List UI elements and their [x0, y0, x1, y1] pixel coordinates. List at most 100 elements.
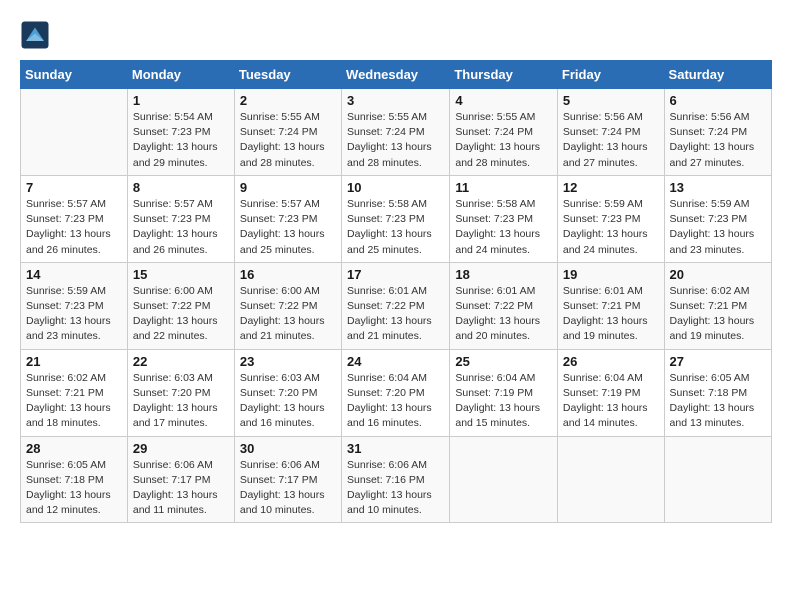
day-info: Sunrise: 5:59 AM Sunset: 7:23 PM Dayligh… — [563, 197, 659, 258]
calendar-cell: 28 Sunrise: 6:05 AM Sunset: 7:18 PM Dayli… — [21, 436, 128, 523]
day-info: Sunrise: 5:58 AM Sunset: 7:23 PM Dayligh… — [347, 197, 444, 258]
calendar-cell — [664, 436, 771, 523]
day-number: 5 — [563, 93, 659, 108]
weekday-header: Friday — [557, 61, 664, 89]
calendar-cell: 8 Sunrise: 5:57 AM Sunset: 7:23 PM Daylig… — [127, 175, 234, 262]
day-info: Sunrise: 6:04 AM Sunset: 7:20 PM Dayligh… — [347, 371, 444, 432]
calendar-week-row: 14 Sunrise: 5:59 AM Sunset: 7:23 PM Dayli… — [21, 262, 772, 349]
day-number: 4 — [455, 93, 552, 108]
day-number: 20 — [670, 267, 766, 282]
calendar-cell: 31Sunrise: 6:06 AM Sunset: 7:16 PM Dayli… — [342, 436, 450, 523]
day-number: 2 — [240, 93, 336, 108]
day-info: Sunrise: 6:02 AM Sunset: 7:21 PM Dayligh… — [670, 284, 766, 345]
day-number: 28 — [26, 441, 122, 456]
day-info: Sunrise: 6:00 AM Sunset: 7:22 PM Dayligh… — [133, 284, 229, 345]
day-info: Sunrise: 6:06 AM Sunset: 7:16 PM Dayligh… — [347, 458, 444, 519]
calendar-cell: 12 Sunrise: 5:59 AM Sunset: 7:23 PM Dayli… — [557, 175, 664, 262]
calendar-cell: 30 Sunrise: 6:06 AM Sunset: 7:17 PM Dayli… — [234, 436, 341, 523]
day-number: 25 — [455, 354, 552, 369]
day-number: 6 — [670, 93, 766, 108]
day-info: Sunrise: 6:00 AM Sunset: 7:22 PM Dayligh… — [240, 284, 336, 345]
day-number: 26 — [563, 354, 659, 369]
weekday-header: Wednesday — [342, 61, 450, 89]
calendar-cell: 27Sunrise: 6:05 AM Sunset: 7:18 PM Dayli… — [664, 349, 771, 436]
day-info: Sunrise: 6:01 AM Sunset: 7:21 PM Dayligh… — [563, 284, 659, 345]
day-number: 30 — [240, 441, 336, 456]
day-info: Sunrise: 6:01 AM Sunset: 7:22 PM Dayligh… — [347, 284, 444, 345]
day-number: 15 — [133, 267, 229, 282]
day-info: Sunrise: 5:55 AM Sunset: 7:24 PM Dayligh… — [347, 110, 444, 171]
day-number: 23 — [240, 354, 336, 369]
calendar-cell: 18 Sunrise: 6:01 AM Sunset: 7:22 PM Dayli… — [450, 262, 558, 349]
day-number: 7 — [26, 180, 122, 195]
day-number: 1 — [133, 93, 229, 108]
day-number: 19 — [563, 267, 659, 282]
day-number: 10 — [347, 180, 444, 195]
weekday-header: Sunday — [21, 61, 128, 89]
day-info: Sunrise: 5:55 AM Sunset: 7:24 PM Dayligh… — [455, 110, 552, 171]
calendar-cell: 21 Sunrise: 6:02 AM Sunset: 7:21 PM Dayli… — [21, 349, 128, 436]
calendar-cell: 4 Sunrise: 5:55 AM Sunset: 7:24 PM Daylig… — [450, 89, 558, 176]
calendar-cell: 3 Sunrise: 5:55 AM Sunset: 7:24 PM Daylig… — [342, 89, 450, 176]
day-info: Sunrise: 5:59 AM Sunset: 7:23 PM Dayligh… — [26, 284, 122, 345]
calendar-cell: 24 Sunrise: 6:04 AM Sunset: 7:20 PM Dayli… — [342, 349, 450, 436]
page-header — [20, 20, 772, 50]
day-number: 18 — [455, 267, 552, 282]
day-info: Sunrise: 6:03 AM Sunset: 7:20 PM Dayligh… — [240, 371, 336, 432]
calendar-cell: 9 Sunrise: 5:57 AM Sunset: 7:23 PM Daylig… — [234, 175, 341, 262]
day-number: 12 — [563, 180, 659, 195]
day-info: Sunrise: 5:59 AM Sunset: 7:23 PM Dayligh… — [670, 197, 766, 258]
day-info: Sunrise: 5:56 AM Sunset: 7:24 PM Dayligh… — [670, 110, 766, 171]
day-number: 27 — [670, 354, 766, 369]
day-number: 16 — [240, 267, 336, 282]
day-number: 29 — [133, 441, 229, 456]
day-info: Sunrise: 5:57 AM Sunset: 7:23 PM Dayligh… — [133, 197, 229, 258]
day-info: Sunrise: 5:57 AM Sunset: 7:23 PM Dayligh… — [240, 197, 336, 258]
day-number: 11 — [455, 180, 552, 195]
calendar-table: SundayMondayTuesdayWednesdayThursdayFrid… — [20, 60, 772, 523]
calendar-cell: 22Sunrise: 6:03 AM Sunset: 7:20 PM Dayli… — [127, 349, 234, 436]
weekday-header: Saturday — [664, 61, 771, 89]
day-info: Sunrise: 6:01 AM Sunset: 7:22 PM Dayligh… — [455, 284, 552, 345]
day-info: Sunrise: 6:02 AM Sunset: 7:21 PM Dayligh… — [26, 371, 122, 432]
day-number: 13 — [670, 180, 766, 195]
day-number: 21 — [26, 354, 122, 369]
day-number: 17 — [347, 267, 444, 282]
calendar-cell: 20 Sunrise: 6:02 AM Sunset: 7:21 PM Dayli… — [664, 262, 771, 349]
calendar-cell: 17 Sunrise: 6:01 AM Sunset: 7:22 PM Dayli… — [342, 262, 450, 349]
day-number: 3 — [347, 93, 444, 108]
weekday-header: Tuesday — [234, 61, 341, 89]
logo-icon — [20, 20, 50, 50]
day-info: Sunrise: 5:56 AM Sunset: 7:24 PM Dayligh… — [563, 110, 659, 171]
weekday-header: Monday — [127, 61, 234, 89]
day-number: 24 — [347, 354, 444, 369]
day-number: 14 — [26, 267, 122, 282]
calendar-cell: 7 Sunrise: 5:57 AM Sunset: 7:23 PM Daylig… — [21, 175, 128, 262]
day-info: Sunrise: 5:57 AM Sunset: 7:23 PM Dayligh… — [26, 197, 122, 258]
calendar-cell: 16 Sunrise: 6:00 AM Sunset: 7:22 PM Dayli… — [234, 262, 341, 349]
day-number: 8 — [133, 180, 229, 195]
calendar-header: SundayMondayTuesdayWednesdayThursdayFrid… — [21, 61, 772, 89]
day-info: Sunrise: 6:06 AM Sunset: 7:17 PM Dayligh… — [133, 458, 229, 519]
calendar-cell: 25Sunrise: 6:04 AM Sunset: 7:19 PM Dayli… — [450, 349, 558, 436]
calendar-cell — [21, 89, 128, 176]
calendar-cell: 19 Sunrise: 6:01 AM Sunset: 7:21 PM Dayli… — [557, 262, 664, 349]
calendar-cell: 1 Sunrise: 5:54 AM Sunset: 7:23 PM Daylig… — [127, 89, 234, 176]
day-info: Sunrise: 5:54 AM Sunset: 7:23 PM Dayligh… — [133, 110, 229, 171]
calendar-cell: 26Sunrise: 6:04 AM Sunset: 7:19 PM Dayli… — [557, 349, 664, 436]
calendar-week-row: 7 Sunrise: 5:57 AM Sunset: 7:23 PM Daylig… — [21, 175, 772, 262]
day-info: Sunrise: 5:58 AM Sunset: 7:23 PM Dayligh… — [455, 197, 552, 258]
calendar-cell: 23 Sunrise: 6:03 AM Sunset: 7:20 PM Dayli… — [234, 349, 341, 436]
calendar-cell: 29 Sunrise: 6:06 AM Sunset: 7:17 PM Dayli… — [127, 436, 234, 523]
day-info: Sunrise: 6:03 AM Sunset: 7:20 PM Dayligh… — [133, 371, 229, 432]
calendar-week-row: 21 Sunrise: 6:02 AM Sunset: 7:21 PM Dayli… — [21, 349, 772, 436]
calendar-cell — [557, 436, 664, 523]
calendar-cell: 2Sunrise: 5:55 AM Sunset: 7:24 PM Daylig… — [234, 89, 341, 176]
day-number: 9 — [240, 180, 336, 195]
day-info: Sunrise: 6:05 AM Sunset: 7:18 PM Dayligh… — [26, 458, 122, 519]
weekday-header: Thursday — [450, 61, 558, 89]
calendar-week-row: 1 Sunrise: 5:54 AM Sunset: 7:23 PM Daylig… — [21, 89, 772, 176]
calendar-cell: 6 Sunrise: 5:56 AM Sunset: 7:24 PM Daylig… — [664, 89, 771, 176]
day-info: Sunrise: 6:06 AM Sunset: 7:17 PM Dayligh… — [240, 458, 336, 519]
calendar-week-row: 28 Sunrise: 6:05 AM Sunset: 7:18 PM Dayli… — [21, 436, 772, 523]
